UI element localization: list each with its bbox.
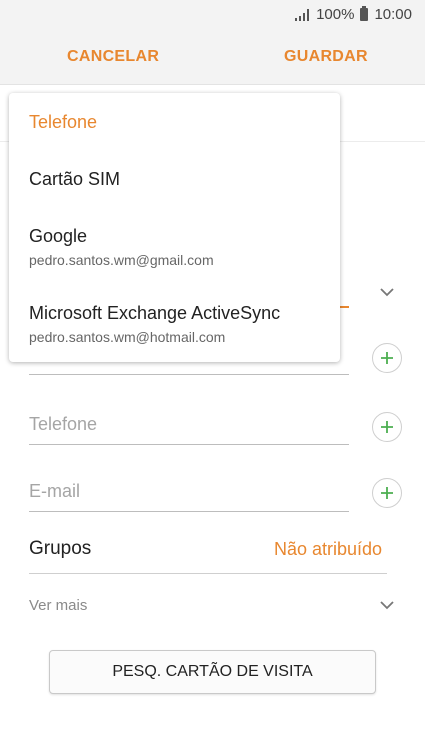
dropdown-item-title: Telefone <box>29 112 98 132</box>
dropdown-item-title: Google <box>29 226 88 246</box>
dropdown-item-phone[interactable]: Telefone <box>29 112 97 133</box>
save-button[interactable]: GUARDAR <box>284 48 368 66</box>
field-underline <box>29 374 349 375</box>
field-underline <box>29 573 387 574</box>
dropdown-item-subtitle: pedro.santos.wm@hotmail.com <box>29 329 226 345</box>
field-underline <box>29 444 349 445</box>
chevron-down-icon[interactable] <box>378 286 396 298</box>
chevron-down-icon[interactable] <box>378 599 396 611</box>
battery-icon <box>360 6 369 21</box>
dropdown-item-google[interactable]: Google pedro.santos.wm@gmail.com <box>29 226 214 268</box>
groups-label: Grupos <box>29 538 92 559</box>
view-more-link[interactable]: Ver mais <box>29 597 87 614</box>
storage-dropdown: Telefone Cartão SIM Google pedro.santos.… <box>9 93 340 362</box>
scan-business-card-label: PESQ. CARTÃO DE VISITA <box>112 663 313 680</box>
field-underline <box>29 511 349 512</box>
dropdown-item-title: Microsoft Exchange ActiveSync <box>29 303 281 323</box>
action-bar: CANCELAR GUARDAR <box>0 30 425 85</box>
groups-value[interactable]: Não atribuído <box>274 539 382 560</box>
plus-circle-icon[interactable] <box>372 478 402 508</box>
cancel-button[interactable]: CANCELAR <box>67 48 159 66</box>
email-field[interactable]: E-mail <box>29 481 80 502</box>
dropdown-item-subtitle: pedro.santos.wm@gmail.com <box>29 252 214 268</box>
signal-icon <box>294 8 310 21</box>
dropdown-item-exchange[interactable]: Microsoft Exchange ActiveSync pedro.sant… <box>29 303 280 345</box>
phone-field[interactable]: Telefone <box>29 414 97 435</box>
scan-business-card-button[interactable]: PESQ. CARTÃO DE VISITA <box>49 650 376 694</box>
dropdown-item-sim[interactable]: Cartão SIM <box>29 169 120 190</box>
status-indicators: 100% 10:00 <box>294 6 412 23</box>
status-bar: 100% 10:00 <box>0 0 425 30</box>
clock: 10:00 <box>374 6 412 23</box>
dropdown-item-title: Cartão SIM <box>29 169 121 189</box>
plus-circle-icon[interactable] <box>372 412 402 442</box>
plus-circle-icon[interactable] <box>372 343 402 373</box>
battery-percent: 100% <box>316 6 355 23</box>
